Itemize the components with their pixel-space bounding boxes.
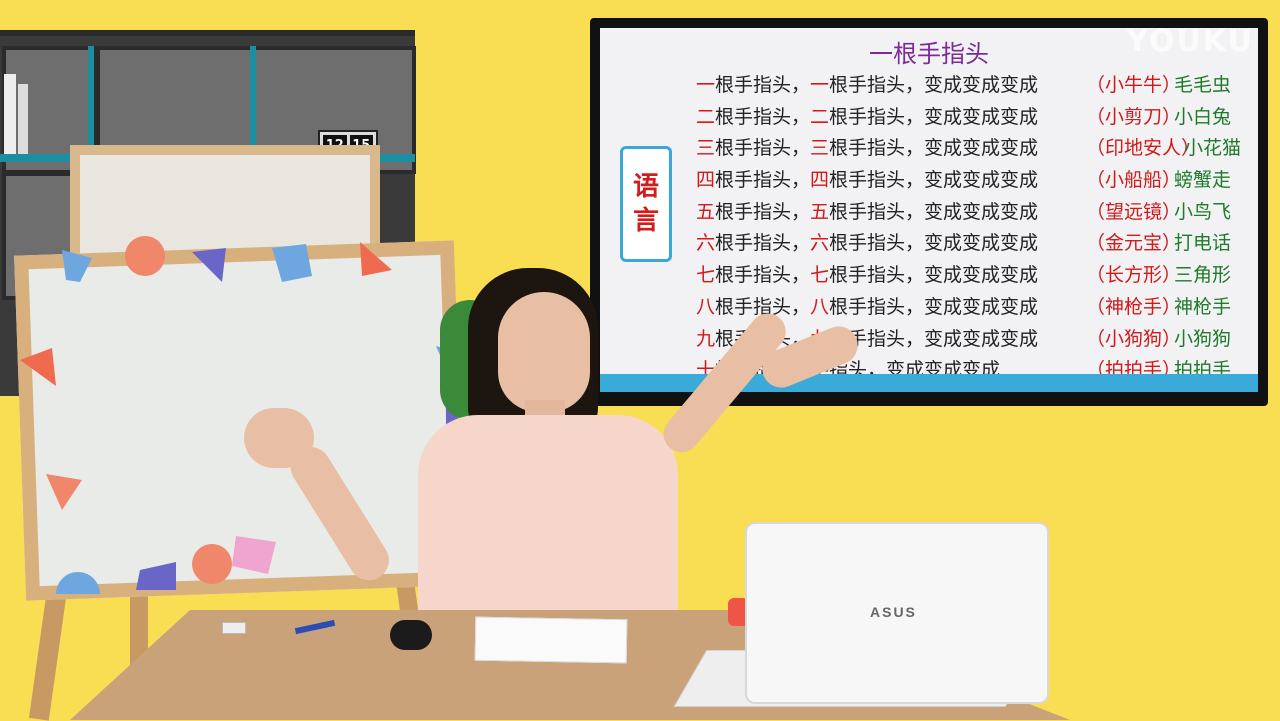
verse-part: 根手指头，	[715, 105, 811, 128]
verse-number: 七	[810, 264, 830, 287]
subject-badge: 语 言	[620, 146, 672, 262]
badge-char: 言	[632, 206, 659, 236]
poem-line: 二根手指头，二根手指头，变成变成变成 （小剪刀） 小白兔	[696, 102, 1241, 134]
verse-number: 七	[696, 264, 716, 287]
verse-text: 六根手指头，六根手指头，变成变成变成	[696, 228, 1086, 260]
verse-part: 根手指头，变成变成变成	[829, 105, 1039, 128]
triangle-shape	[20, 348, 56, 386]
verse-part: 根手指头，	[715, 169, 811, 192]
book	[4, 74, 16, 154]
verse-text: 二根手指头，二根手指头，变成变成变成	[696, 102, 1086, 134]
triangle-shape	[46, 474, 82, 510]
verse-number: 二	[810, 105, 830, 128]
circle-shape	[125, 236, 165, 276]
verse-answer: 小狗狗	[1174, 327, 1232, 350]
verse-number: 八	[696, 295, 716, 318]
teacher-body	[418, 415, 678, 625]
verse-text: 三根手指头，三根手指头，变成变成变成	[696, 133, 1086, 165]
verse-text: 七根手指头，七根手指头，变成变成变成	[696, 260, 1086, 292]
pentagon-shape	[272, 244, 312, 282]
verse-part: 根手指头，变成变成变成	[829, 264, 1039, 287]
verse-part: 根手指头，变成变成变成	[829, 200, 1039, 223]
screen-content: 一根手指头 语 言 一根手指头，一根手指头，变成变成变成 （小牛牛） 毛毛虫 二根手指…	[600, 28, 1258, 392]
verse-part: 根手指头，	[715, 232, 811, 255]
verse-gesture: （望远镜）	[1086, 200, 1182, 223]
leaf-shape	[192, 248, 226, 282]
poem-line: 六根手指头，六根手指头，变成变成变成 （金元宝） 打电话	[696, 228, 1241, 260]
verse-answer: 毛毛虫	[1174, 74, 1232, 96]
quad-shape	[136, 562, 176, 590]
verse-gesture: （小牛牛）	[1086, 74, 1182, 96]
verse-gesture: （小剪刀）	[1086, 105, 1182, 128]
verse-text: 五根手指头，五根手指头，变成变成变成	[696, 197, 1086, 229]
poem-line: 一根手指头，一根手指头，变成变成变成 （小牛牛） 毛毛虫	[696, 70, 1241, 102]
verse-part: 根手指头，	[715, 200, 811, 223]
semicircle-shape	[56, 572, 100, 594]
paper-sheet	[474, 616, 628, 664]
verse-part: 根手指头，变成变成变成	[829, 169, 1039, 192]
badge-char: 语	[632, 172, 659, 202]
verse-gesture: （小船船）	[1086, 169, 1182, 192]
triangle-shape	[360, 242, 392, 276]
verse-gesture: （神枪手）	[1086, 295, 1182, 318]
verse-answer: 三角形	[1174, 264, 1232, 287]
verse-text: 四根手指头，四根手指头，变成变成变成	[696, 165, 1086, 197]
poem-line: 五根手指头，五根手指头，变成变成变成 （望远镜） 小鸟飞	[696, 197, 1241, 229]
circle-shape	[192, 544, 232, 584]
verse-number: 九	[696, 327, 716, 350]
book	[18, 84, 28, 154]
verse-answer: 打电话	[1174, 232, 1232, 255]
verse-number: 一	[810, 74, 830, 96]
verse-part: 根手指头，	[715, 137, 811, 160]
verse-part: 根手指头，变成变成变成	[829, 232, 1039, 255]
poem-line: 三根手指头，三根手指头，变成变成变成 （印地安人） 小花猫	[696, 133, 1241, 165]
verse-number: 五	[696, 200, 716, 223]
verse-gesture: （金元宝）	[1086, 232, 1182, 255]
verse-text: 一根手指头，一根手指头，变成变成变成	[696, 70, 1086, 102]
shape-decorations	[20, 236, 466, 594]
verse-answer: 螃蟹走	[1174, 169, 1232, 192]
verse-answer: 神枪手	[1174, 295, 1232, 318]
square-shape	[232, 536, 276, 574]
verse-part: 根手指头，变成变成变成	[829, 137, 1039, 160]
verse-number: 六	[810, 232, 830, 255]
verse-part: 根手指头，	[715, 74, 811, 96]
verse-number: 二	[696, 105, 716, 128]
verse-answer: 小白兔	[1174, 105, 1232, 128]
watermark: YOUKU	[1126, 24, 1254, 59]
poem-line: 七根手指头，七根手指头，变成变成变成 （长方形） 三角形	[696, 260, 1241, 292]
verse-part: 根手指头，	[715, 264, 811, 287]
teacher-left-hand	[244, 408, 314, 468]
verse-number: 四	[810, 169, 830, 192]
diamond-shape	[62, 250, 92, 282]
verse-gesture: （长方形）	[1086, 264, 1182, 287]
verse-answer: 小鸟飞	[1174, 200, 1232, 223]
verse-number: 三	[810, 137, 830, 160]
verse-gesture: （印地安人）	[1086, 137, 1201, 160]
verse-part: 根手指头，变成变成变成	[829, 327, 1039, 350]
computer-mouse	[390, 620, 432, 650]
teacher-face	[498, 292, 590, 412]
laptop-logo: ASUS	[870, 604, 917, 620]
verse-part: 根手指头，变成变成变成	[829, 295, 1039, 318]
poem-line: 四根手指头，四根手指头，变成变成变成 （小船船） 螃蟹走	[696, 165, 1241, 197]
verse-number: 八	[810, 295, 830, 318]
verse-gesture: （小狗狗）	[1086, 327, 1182, 350]
verse-answer: 小花猫	[1184, 137, 1242, 160]
verse-number: 六	[696, 232, 716, 255]
verse-part: 根手指头，变成变成变成	[829, 74, 1039, 96]
lesson-screen: 一根手指头 语 言 一根手指头，一根手指头，变成变成变成 （小牛牛） 毛毛虫 二根手指…	[590, 18, 1268, 406]
verse-number: 一	[696, 74, 716, 96]
verse-number: 四	[696, 169, 716, 192]
eraser	[222, 622, 246, 634]
verse-number: 三	[696, 137, 716, 160]
verse-number: 五	[810, 200, 830, 223]
